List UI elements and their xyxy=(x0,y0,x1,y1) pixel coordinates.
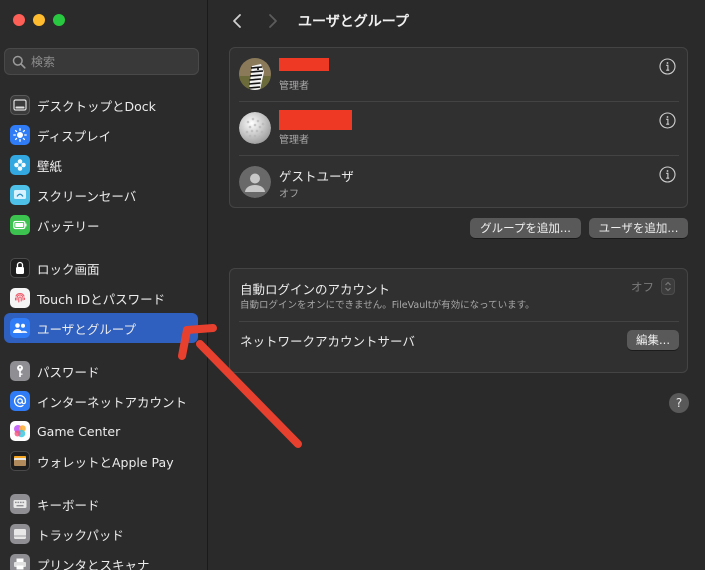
zoom-window-button[interactable] xyxy=(53,14,65,26)
printer-icon xyxy=(10,554,30,570)
guest-avatar xyxy=(239,166,271,198)
sidebar-item-desktop-dock[interactable]: デスクトップとDock xyxy=(4,90,198,120)
trackpad-icon xyxy=(10,524,30,544)
autologin-label: 自動ログインのアカウント xyxy=(240,282,391,297)
sidebar-item-lock-screen[interactable]: ロック画面 xyxy=(4,253,198,283)
sidebar-item-label: ウォレットとApple Pay xyxy=(37,454,174,470)
wallpaper-icon xyxy=(10,155,30,175)
golf-ball-avatar xyxy=(239,112,271,144)
lock-icon xyxy=(10,258,30,278)
forward-chevron-icon[interactable] xyxy=(263,12,281,30)
sidebar-item-keyboard[interactable]: キーボード xyxy=(4,489,198,519)
sidebar-item-label: パスワード xyxy=(37,364,100,380)
wallet-icon xyxy=(10,451,30,471)
sidebar-item-label: スクリーンセーバ xyxy=(37,188,137,204)
sidebar-item-label: Touch IDとパスワード xyxy=(37,291,166,307)
divider xyxy=(239,321,679,322)
settings-window: デスクトップとDock ディスプレイ 壁紙 スクリーンセーバ xyxy=(0,0,705,570)
sidebar-item-label: ユーザとグループ xyxy=(37,321,137,337)
minimize-window-button[interactable] xyxy=(33,14,45,26)
redacted-username xyxy=(279,110,352,130)
screensaver-icon xyxy=(10,185,30,205)
autologin-description: 自動ログインをオンにできません。FileVaultが有効になっています。 xyxy=(240,300,535,311)
sidebar-item-label: インターネットアカウント xyxy=(37,394,188,410)
page-title: ユーザとグループ xyxy=(298,14,409,30)
sidebar-item-label: デスクトップとDock xyxy=(37,98,156,114)
info-icon[interactable] xyxy=(659,58,676,75)
sidebar-item-passwords[interactable]: パスワード xyxy=(4,356,198,386)
user-role: 管理者 xyxy=(279,81,309,92)
sidebar-item-screensaver[interactable]: スクリーンセーバ xyxy=(4,180,198,210)
user-role: 管理者 xyxy=(279,135,309,146)
zebra-avatar xyxy=(239,58,271,90)
user-name: ゲストユーザ xyxy=(279,169,354,184)
user-row[interactable]: 管理者 xyxy=(230,48,687,101)
network-account-server-label: ネットワークアカウントサーバ xyxy=(240,334,415,349)
search-field[interactable] xyxy=(4,48,199,75)
user-role: オフ xyxy=(279,189,299,200)
sidebar-item-label: ディスプレイ xyxy=(37,128,112,144)
login-options-panel: 自動ログインのアカウント 自動ログインをオンにできません。FileVaultが有… xyxy=(229,268,688,373)
user-row-guest[interactable]: ゲストユーザ オフ xyxy=(230,156,687,209)
add-user-button[interactable]: ユーザを追加... xyxy=(589,218,688,238)
sidebar-item-game-center[interactable]: Game Center xyxy=(4,416,198,446)
up-down-chevron-icon xyxy=(665,281,671,292)
edit-button[interactable]: 編集... xyxy=(627,330,679,350)
sidebar: デスクトップとDock ディスプレイ 壁紙 スクリーンセーバ xyxy=(0,0,208,570)
sidebar-item-touch-id[interactable]: Touch IDとパスワード xyxy=(4,283,198,313)
sidebar-item-label: キーボード xyxy=(37,497,100,513)
search-icon xyxy=(12,55,26,69)
close-window-button[interactable] xyxy=(13,14,25,26)
sidebar-item-wallpaper[interactable]: 壁紙 xyxy=(4,150,198,180)
game-center-icon xyxy=(10,421,30,441)
user-row[interactable]: 管理者 xyxy=(230,102,687,155)
sidebar-item-printers-scanners[interactable]: プリンタとスキャナ xyxy=(4,549,198,570)
display-icon xyxy=(10,125,30,145)
sidebar-item-label: ロック画面 xyxy=(37,261,100,277)
back-chevron-icon[interactable] xyxy=(229,12,247,30)
sidebar-item-users-groups[interactable]: ユーザとグループ xyxy=(4,313,198,343)
users-icon xyxy=(10,318,30,338)
users-list: 管理者 管理者 ゲストユーザ オフ xyxy=(229,47,688,208)
sidebar-item-wallet-apple-pay[interactable]: ウォレットとApple Pay xyxy=(4,446,198,476)
sidebar-item-label: トラックパッド xyxy=(37,527,124,543)
sidebar-item-label: 壁紙 xyxy=(37,158,63,174)
help-button[interactable]: ? xyxy=(669,393,689,413)
sidebar-item-displays[interactable]: ディスプレイ xyxy=(4,120,198,150)
main-content: ユーザとグループ 管理者 管理者 ゲストユーザ オフ グループを追加... ユー… xyxy=(209,0,705,570)
sidebar-item-label: バッテリー xyxy=(37,218,100,234)
autologin-value: オフ xyxy=(631,280,654,294)
battery-icon xyxy=(10,215,30,235)
keyboard-icon xyxy=(10,494,30,514)
sidebar-item-battery[interactable]: バッテリー xyxy=(4,210,198,240)
sidebar-item-internet-accounts[interactable]: インターネットアカウント xyxy=(4,386,198,416)
key-icon xyxy=(10,361,30,381)
sidebar-item-label: プリンタとスキャナ xyxy=(37,557,150,570)
search-input[interactable] xyxy=(31,49,191,74)
fingerprint-icon xyxy=(10,288,30,308)
autologin-popup-button[interactable] xyxy=(661,278,675,295)
add-group-button[interactable]: グループを追加... xyxy=(470,218,581,238)
at-icon xyxy=(10,391,30,411)
redacted-username xyxy=(279,58,329,71)
dock-icon xyxy=(10,95,30,115)
sidebar-item-label: Game Center xyxy=(37,423,121,439)
sidebar-item-trackpad[interactable]: トラックパッド xyxy=(4,519,198,549)
info-icon[interactable] xyxy=(659,112,676,129)
info-icon[interactable] xyxy=(659,166,676,183)
